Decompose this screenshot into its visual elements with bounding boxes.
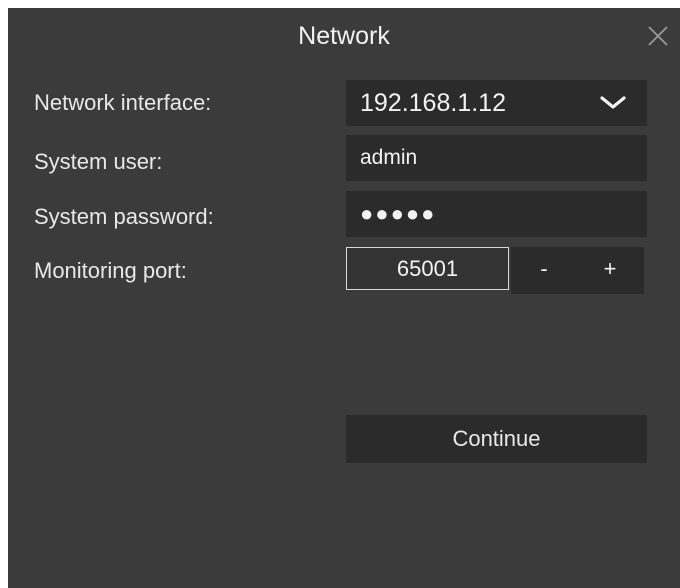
network-interface-select[interactable]: 192.168.1.12: [346, 80, 647, 126]
system-user-field[interactable]: admin: [346, 135, 647, 181]
system-user-value: admin: [360, 146, 418, 169]
network-interface-value: 192.168.1.12: [360, 89, 506, 117]
system-user-label: System user:: [34, 149, 163, 174]
port-stepper: - +: [511, 247, 644, 294]
system-password-label: System password:: [34, 204, 214, 229]
monitoring-port-label: Monitoring port:: [34, 258, 187, 283]
monitoring-port-input[interactable]: 65001: [346, 247, 509, 290]
network-dialog: Network Network interface: 192.168.1.12 …: [8, 8, 680, 588]
port-increment-button[interactable]: +: [577, 247, 643, 294]
continue-button[interactable]: Continue: [346, 415, 647, 463]
system-password-value: ●●●●●: [360, 201, 437, 226]
network-interface-label: Network interface:: [34, 90, 212, 115]
close-icon: [648, 26, 668, 46]
dialog-title: Network: [298, 22, 390, 50]
port-decrement-button[interactable]: -: [511, 247, 577, 294]
close-button[interactable]: [646, 24, 670, 48]
chevron-down-icon: [600, 96, 626, 109]
system-password-field[interactable]: ●●●●●: [346, 191, 647, 237]
